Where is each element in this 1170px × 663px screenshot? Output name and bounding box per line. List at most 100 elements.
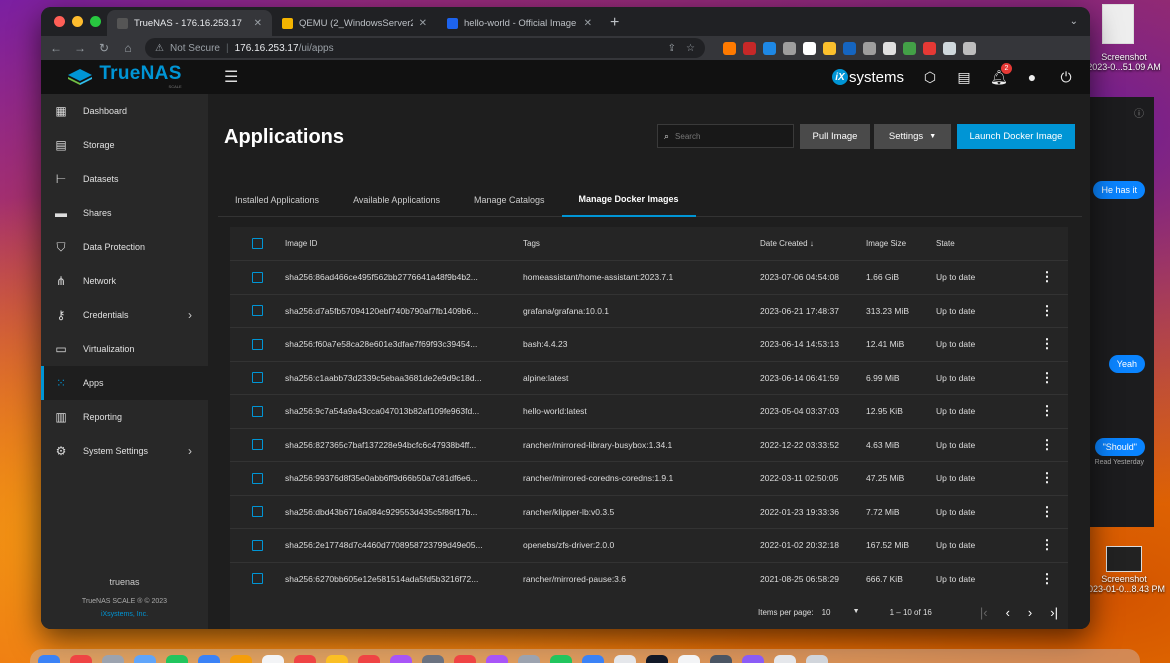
tab-installed-applications[interactable]: Installed Applications (218, 182, 336, 217)
table-row[interactable]: sha256:86ad466ce495f562bb2776641a48f9b4b… (230, 261, 1068, 295)
dock-app-icon[interactable] (646, 655, 668, 663)
row-actions-menu-icon[interactable]: ⋮ (1026, 504, 1068, 520)
dock-app-icon[interactable] (326, 655, 348, 663)
pull-image-button[interactable]: Pull Image (800, 124, 870, 149)
dock-app-icon[interactable] (262, 655, 284, 663)
dock-app-icon[interactable] (614, 655, 636, 663)
dock-app-icon[interactable] (678, 655, 700, 663)
dock-app-icon[interactable] (390, 655, 412, 663)
row-actions-menu-icon[interactable]: ⋮ (1026, 571, 1068, 587)
address-bar[interactable]: ⚠ Not Secure | 176.16.253.17/ui/apps ⇪ ☆ (145, 38, 705, 58)
dock-app-icon[interactable] (230, 655, 252, 663)
dock-app-icon[interactable] (806, 655, 828, 663)
extension-icon[interactable] (803, 41, 816, 55)
dock-app-icon[interactable] (486, 655, 508, 663)
row-checkbox[interactable] (252, 305, 263, 317)
dock-app-icon[interactable] (166, 655, 188, 663)
truenas-logo[interactable]: TrueNAS SCALE (41, 64, 208, 89)
extension-icon[interactable] (743, 41, 756, 55)
row-actions-menu-icon[interactable]: ⋮ (1026, 269, 1068, 285)
header-date-created[interactable]: Date Created ↓ (760, 239, 866, 248)
sidebar-item-data-protection[interactable]: ⛉ Data Protection (41, 230, 208, 264)
extension-icon[interactable] (823, 41, 836, 55)
menu-toggle-icon[interactable]: ☰ (224, 67, 238, 87)
table-row[interactable]: sha256:dbd43b6716a084c929553d435c5f86f17… (230, 496, 1068, 529)
tab-manage-catalogs[interactable]: Manage Catalogs (457, 182, 562, 217)
row-actions-menu-icon[interactable]: ⋮ (1026, 370, 1068, 386)
items-per-page-select[interactable]: 10 ▼ (822, 608, 860, 617)
dock-app-icon[interactable] (294, 655, 316, 663)
row-checkbox[interactable] (252, 439, 263, 451)
company-link[interactable]: iXsystems, Inc. (41, 608, 208, 621)
desktop-screenshot-item[interactable] (1098, 4, 1138, 46)
dock-app-icon[interactable] (38, 655, 60, 663)
table-row[interactable]: sha256:c1aabb73d2339c5ebaa3681de2e9d9c18… (230, 362, 1068, 395)
row-actions-menu-icon[interactable]: ⋮ (1026, 537, 1068, 553)
row-checkbox[interactable] (252, 372, 263, 384)
search-input[interactable]: ⌕ Search (657, 124, 794, 148)
power-icon[interactable]: ⏻ (1058, 69, 1074, 86)
home-icon[interactable]: ⌂ (121, 41, 135, 55)
ixsystems-logo[interactable]: iX systems (831, 69, 904, 86)
tab-manage-docker-images[interactable]: Manage Docker Images (561, 182, 696, 217)
dock-app-icon[interactable] (742, 655, 764, 663)
sidebar-item-shares[interactable]: ▬ Shares (41, 196, 208, 230)
sidebar-item-reporting[interactable]: ▥ Reporting (41, 400, 208, 434)
dock-app-icon[interactable] (358, 655, 380, 663)
row-checkbox[interactable] (252, 573, 263, 585)
row-checkbox[interactable] (252, 539, 263, 551)
extension-icon[interactable] (943, 41, 956, 55)
header-tags[interactable]: Tags (523, 239, 760, 248)
table-row[interactable]: sha256:827365c7baf137228e94bcfc6c47938b4… (230, 429, 1068, 462)
table-row[interactable]: sha256:9c7a54a9a43cca047013b82af109fe963… (230, 395, 1068, 429)
new-tab-button[interactable]: + (610, 10, 619, 36)
sidebar-item-dashboard[interactable]: ▦ Dashboard (41, 94, 208, 128)
row-checkbox[interactable] (252, 472, 263, 484)
table-row[interactable]: sha256:2e17748d7c4460d7708958723799d49e0… (230, 529, 1068, 563)
header-image-id[interactable]: Image ID (285, 239, 523, 248)
row-actions-menu-icon[interactable]: ⋮ (1026, 470, 1068, 486)
last-page-icon[interactable]: ›| (1050, 605, 1058, 620)
row-actions-menu-icon[interactable]: ⋮ (1026, 303, 1068, 319)
extension-icon[interactable] (763, 41, 776, 55)
row-actions-menu-icon[interactable]: ⋮ (1026, 437, 1068, 453)
header-state[interactable]: State (936, 239, 1026, 248)
dock-app-icon[interactable] (422, 655, 444, 663)
dock-app-icon[interactable] (134, 655, 156, 663)
extension-icon[interactable] (843, 41, 856, 55)
row-actions-menu-icon[interactable]: ⋮ (1026, 403, 1068, 419)
tab-available-applications[interactable]: Available Applications (336, 182, 457, 217)
forward-icon[interactable]: → (73, 41, 87, 55)
dock-app-icon[interactable] (774, 655, 796, 663)
warning-icon[interactable]: ⚠ (155, 43, 164, 54)
tab-search-chevron-icon[interactable]: ⌄ (1070, 16, 1078, 27)
desktop-screenshot-item-2[interactable]: Screenshot 2023-01-0...8.43 PM (1078, 546, 1170, 594)
zoom-window-button[interactable] (90, 16, 101, 27)
minimize-window-button[interactable] (72, 16, 83, 27)
info-icon[interactable]: ⓘ (1134, 105, 1144, 120)
sidebar-item-network[interactable]: ⋔ Network (41, 264, 208, 298)
dock-app-icon[interactable] (518, 655, 540, 663)
browser-tab[interactable]: TrueNAS - 176.16.253.17 ✕ (107, 10, 272, 36)
row-checkbox[interactable] (252, 405, 263, 417)
extension-icon[interactable] (883, 41, 896, 55)
row-checkbox[interactable] (252, 506, 263, 518)
reload-icon[interactable]: ↻ (97, 41, 111, 55)
launch-docker-image-button[interactable]: Launch Docker Image (957, 124, 1075, 149)
browser-tab[interactable]: hello-world - Official Image | D ✕ (437, 10, 602, 36)
desktop-screenshot-label-1[interactable]: Screenshot 2023-0...51.09 AM (1080, 52, 1168, 72)
notifications-bell-icon[interactable]: 🔔︎ 2 (990, 62, 1012, 86)
next-page-icon[interactable]: › (1028, 605, 1032, 620)
table-row[interactable]: sha256:d7a5fb57094120ebf740b790af7fb1409… (230, 295, 1068, 328)
truecommand-icon[interactable]: ⬡ (922, 69, 938, 86)
header-image-size[interactable]: Image Size (866, 239, 936, 248)
table-row[interactable]: sha256:f60a7e58ca28e601e3dfae7f69f93c394… (230, 328, 1068, 362)
bookmark-star-icon[interactable]: ☆ (686, 43, 695, 54)
row-actions-menu-icon[interactable]: ⋮ (1026, 336, 1068, 352)
dock-app-icon[interactable] (710, 655, 732, 663)
previous-page-icon[interactable]: ‹ (1006, 605, 1010, 620)
extension-icon[interactable] (723, 41, 736, 55)
sidebar-item-virtualization[interactable]: ▭ Virtualization (41, 332, 208, 366)
dock-app-icon[interactable] (70, 655, 92, 663)
sidebar-item-apps[interactable]: ⁙ Apps (41, 366, 208, 400)
